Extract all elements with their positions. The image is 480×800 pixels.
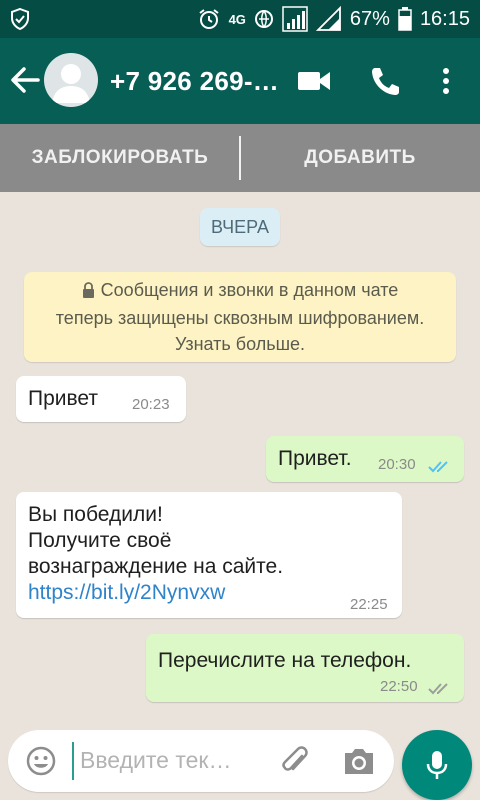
- message-bubble[interactable]: Перечислите на телефон. 22:50: [146, 634, 464, 702]
- status-bar: 4G 67% 16:15: [0, 0, 480, 38]
- encryption-notice[interactable]: Сообщения и звонки в данном чате теперь …: [24, 272, 456, 362]
- message-placeholder: Введите тек…: [80, 747, 232, 773]
- message-link[interactable]: https://bit.ly/2Nynvxw: [28, 581, 225, 604]
- chat-header: +7 926 269-…: [0, 38, 480, 124]
- network-type: 4G: [228, 11, 246, 27]
- message-bubble[interactable]: Привет 20:23: [16, 376, 186, 422]
- message-text: Привет: [28, 387, 99, 410]
- block-button[interactable]: ЗАБЛОКИРОВАТЬ: [0, 124, 240, 192]
- signal-icon: [282, 6, 308, 32]
- phone-icon[interactable]: [367, 62, 401, 100]
- shield-icon: [10, 8, 30, 30]
- message-line-3: вознаграждение на сайте.: [28, 555, 284, 578]
- avatar[interactable]: [44, 53, 98, 107]
- mic-icon: [426, 751, 448, 779]
- message-bubble[interactable]: Привет. 20:30: [266, 436, 464, 482]
- mic-button[interactable]: [402, 730, 472, 800]
- clock: 16:15: [419, 7, 470, 30]
- back-arrow-icon[interactable]: [8, 62, 42, 98]
- composer: Введите тек…: [0, 722, 480, 800]
- notice-line-1: Сообщения и звонки в данном чате: [100, 280, 399, 300]
- message-bubble[interactable]: Вы победили! Получите своё вознаграждени…: [16, 492, 402, 618]
- message-text: Перечислите на телефон.: [158, 649, 412, 672]
- double-check-icon: [428, 456, 452, 480]
- avatar-icon: [52, 64, 90, 103]
- data-icon: [254, 7, 274, 31]
- emoji-icon[interactable]: [26, 746, 56, 776]
- contact-name[interactable]: +7 926 269-…: [110, 66, 279, 97]
- notice-line-3: Узнать больше.: [174, 334, 306, 354]
- message-input[interactable]: Введите тек…: [8, 730, 394, 792]
- date-chip: ВЧЕРА: [200, 208, 280, 246]
- alarm-icon: [197, 7, 221, 31]
- message-time: 20:23: [132, 396, 170, 413]
- camera-icon[interactable]: [342, 745, 376, 777]
- message-time: 22:50: [380, 678, 418, 695]
- chat-area[interactable]: ВЧЕРА Сообщения и звонки в данном чате т…: [0, 192, 480, 722]
- attach-icon[interactable]: [280, 744, 312, 778]
- double-check-icon: [428, 678, 452, 702]
- add-contact-button[interactable]: ДОБАВИТЬ: [240, 124, 480, 192]
- message-text: Привет.: [278, 447, 352, 470]
- unknown-contact-bar: ЗАБЛОКИРОВАТЬ ДОБАВИТЬ: [0, 124, 480, 192]
- text-cursor: [72, 742, 74, 780]
- message-text: Вы победили! Получите своё вознаграждени…: [28, 502, 283, 606]
- message-time: 22:25: [350, 596, 388, 613]
- more-vert-icon[interactable]: [436, 62, 456, 100]
- video-call-icon[interactable]: [296, 64, 334, 98]
- battery-icon: [398, 7, 412, 31]
- notice-line-2: теперь защищены сквозным шифрованием.: [55, 308, 425, 328]
- message-line-1: Вы победили!: [28, 503, 163, 526]
- battery-level: 67%: [349, 7, 390, 30]
- signal-icon-2: [315, 6, 342, 32]
- lock-icon: [82, 279, 95, 305]
- message-line-2: Получите своё: [28, 529, 172, 552]
- message-time: 20:30: [378, 456, 416, 473]
